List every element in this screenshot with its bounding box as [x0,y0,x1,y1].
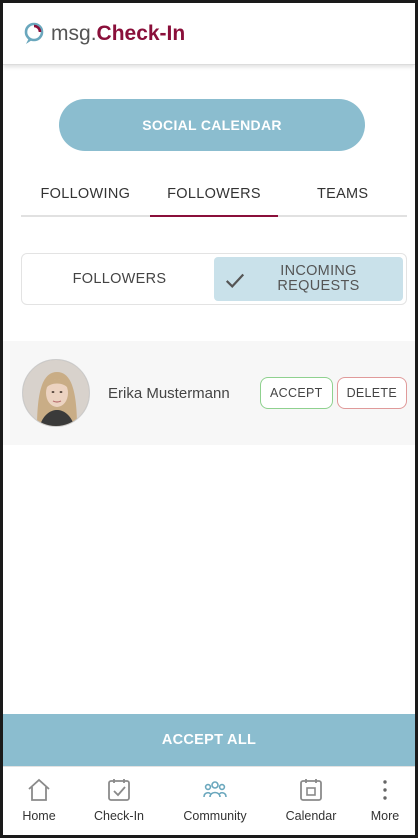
segment-incoming-label: INCOMING REQUESTS [257,264,359,294]
social-calendar-button[interactable]: SOCIAL CALENDAR [59,99,365,151]
avatar-image [23,360,89,426]
nav-checkin[interactable]: Check-In [75,767,163,835]
nav-checkin-label: Check-In [93,809,145,823]
segment-incoming-requests[interactable]: INCOMING REQUESTS [214,257,403,301]
logo-icon [24,22,44,44]
app-logo-text: msg.Check-In [51,22,185,46]
tab-teams[interactable]: TEAMS [278,173,407,215]
app-screen: msg.Check-In SOCIAL CALENDAR FOLLOWING F… [3,3,415,835]
segment-followers[interactable]: FOLLOWERS [25,257,214,301]
segment-incoming-line1: INCOMING [280,263,357,279]
accept-button[interactable]: ACCEPT [260,377,333,409]
more-icon [383,780,387,800]
calendar-icon [300,779,322,801]
nav-community[interactable]: Community [163,767,267,835]
nav-community-label: Community [183,809,247,823]
tab-followers[interactable]: FOLLOWERS [149,173,279,217]
tab-bar: FOLLOWING FOLLOWERS TEAMS [21,173,407,217]
nav-more[interactable]: More [355,767,415,835]
brand-prefix: msg [51,21,91,45]
tab-following[interactable]: FOLLOWING [21,173,150,215]
bottom-nav: Home Check-In Community Calendar More [3,766,415,835]
segment-incoming-line2: REQUESTS [277,278,360,294]
accept-all-button[interactable]: ACCEPT ALL [3,714,415,766]
nav-home[interactable]: Home [3,767,75,835]
home-icon [28,778,50,801]
nav-more-label: More [370,809,400,823]
checkin-icon [108,779,130,801]
segment-control: FOLLOWERS INCOMING REQUESTS [21,253,407,305]
nav-home-label: Home [22,809,56,823]
avatar [22,359,90,427]
delete-button[interactable]: DELETE [336,377,407,409]
nav-calendar-label: Calendar [285,809,337,823]
brand-name: Check-In [96,21,186,45]
nav-calendar[interactable]: Calendar [267,767,355,835]
list-item: Erika Mustermann ACCEPT DELETE [3,341,415,445]
check-icon [225,273,245,289]
request-name: Erika Mustermann [108,384,230,402]
community-icon [203,781,227,798]
app-header: msg.Check-In [3,3,415,65]
